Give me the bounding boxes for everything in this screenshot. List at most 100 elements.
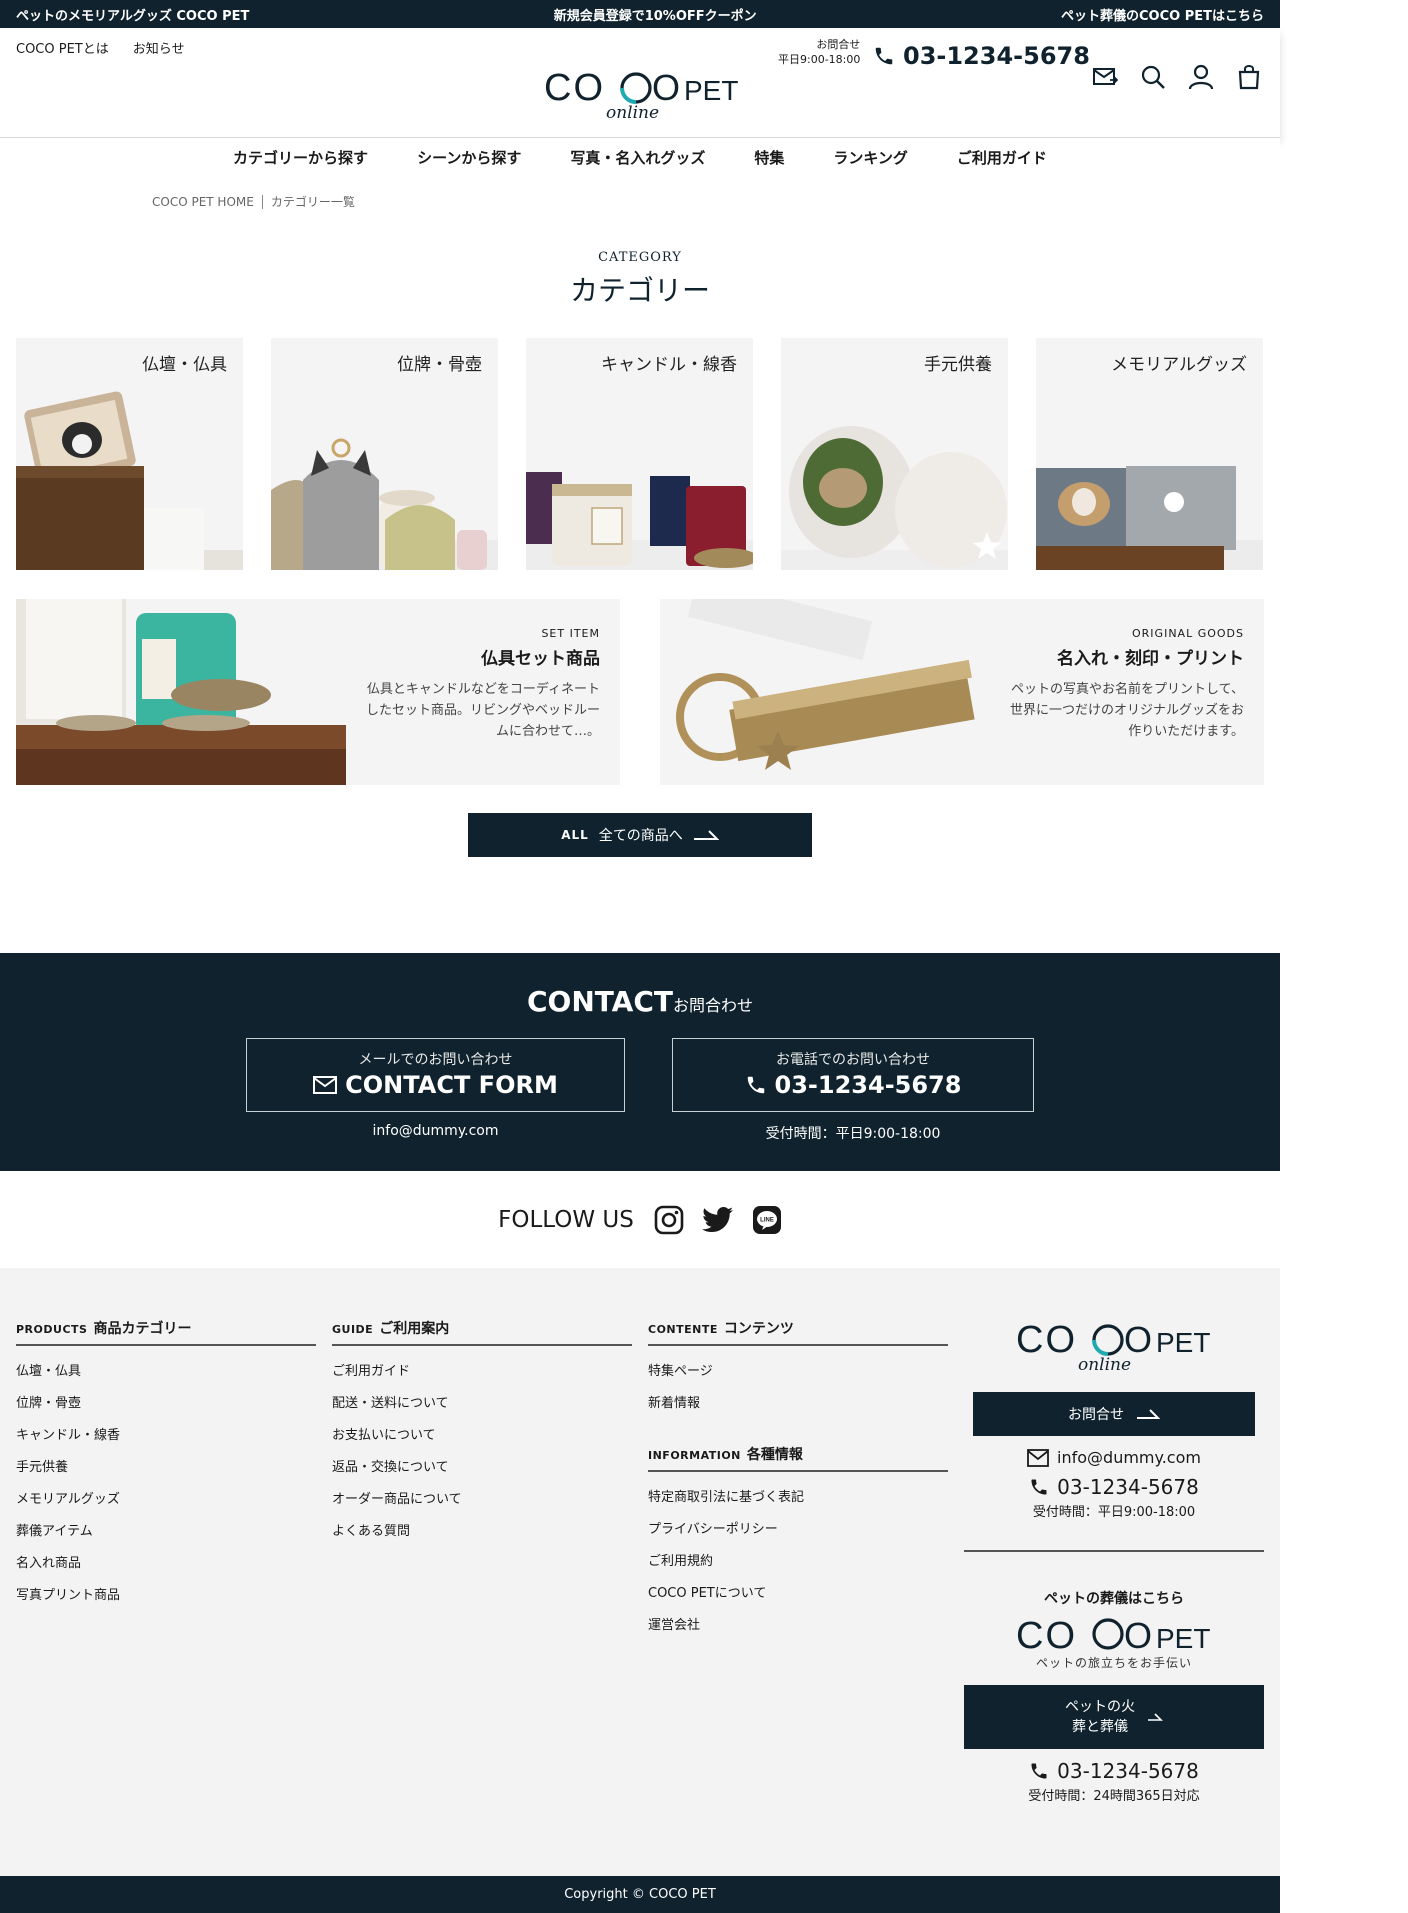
footer-link[interactable]: 特集ページ bbox=[648, 1362, 948, 1394]
footer-contact-button-label: お問合せ bbox=[1068, 1407, 1124, 1423]
footer-link[interactable]: 返品・交換について bbox=[332, 1458, 632, 1490]
footer-products-heading: PRODUCTS 商品カテゴリー bbox=[16, 1318, 316, 1346]
original-goods-title: 名入れ・刻印・プリント bbox=[1057, 649, 1244, 669]
footer-link[interactable]: プライバシーポリシー bbox=[648, 1520, 948, 1552]
about-link[interactable]: COCO PETとは bbox=[16, 38, 109, 57]
nav-scene[interactable]: シーンから探す bbox=[417, 147, 521, 168]
footer-link[interactable]: キャンドル・線香 bbox=[16, 1426, 316, 1458]
category-card-memorial[interactable]: メモリアルグッズ bbox=[1036, 338, 1263, 570]
mail-icon[interactable] bbox=[1092, 64, 1118, 90]
category-heading-en: CATEGORY bbox=[598, 250, 682, 265]
svg-text:PET: PET bbox=[1156, 1327, 1210, 1358]
footer-info-list: 特定商取引法に基づく表記 プライバシーポリシー ご利用規約 COCO PETにつ… bbox=[648, 1488, 948, 1648]
footer-link[interactable]: 運営会社 bbox=[648, 1616, 948, 1648]
mail-icon bbox=[1027, 1448, 1049, 1467]
footer-products-column: PRODUCTS 商品カテゴリー 仏壇・仏具 位牌・骨壺 キャンドル・線香 手元供… bbox=[16, 1318, 316, 1618]
phone-icon bbox=[875, 47, 893, 65]
footer-phone[interactable]: 03-1234-5678 bbox=[964, 1475, 1264, 1499]
header-left-links: COCO PETとは お知らせ bbox=[16, 38, 185, 57]
news-link[interactable]: お知らせ bbox=[133, 38, 185, 57]
footer-info-heading: INFORMATION 各種情報 bbox=[648, 1444, 948, 1472]
footer-contact-panel: CO O PET online お問合せ info@dummy.com 03-1… bbox=[964, 1318, 1264, 1804]
category-card-candle[interactable]: キャンドル・線香 bbox=[526, 338, 753, 570]
header-phone[interactable]: 03-1234-5678 bbox=[873, 42, 1090, 70]
footer-link[interactable]: 写真プリント商品 bbox=[16, 1586, 316, 1618]
category-card-ihai[interactable]: 位牌・骨壺 bbox=[271, 338, 498, 570]
footer-guide-en: GUIDE bbox=[332, 1323, 374, 1336]
twitter-icon[interactable] bbox=[701, 1206, 734, 1234]
breadcrumb-home[interactable]: COCO PET HOME bbox=[152, 195, 254, 209]
footer-link[interactable]: 新着情報 bbox=[648, 1394, 948, 1426]
footer-info-ja: 各種情報 bbox=[746, 1447, 803, 1463]
footer-email[interactable]: info@dummy.com bbox=[964, 1448, 1264, 1467]
nav-category[interactable]: カテゴリーから探す bbox=[233, 147, 368, 168]
funeral-button[interactable]: ペットの火 葬と葬儀 bbox=[964, 1685, 1264, 1749]
footer-link[interactable]: 葬儀アイテム bbox=[16, 1522, 316, 1554]
funeral-phone-number: 03-1234-5678 bbox=[1057, 1759, 1199, 1783]
original-goods-text: ORIGINAL GOODS 名入れ・刻印・プリント ペットの写真やお名前をプリ… bbox=[1008, 627, 1244, 742]
coco-pet-funeral-logo[interactable]: CO O PET bbox=[1016, 1614, 1212, 1652]
coco-pet-online-logo[interactable]: CO O PET online bbox=[1016, 1318, 1212, 1374]
all-products-button[interactable]: ALL 全ての商品へ bbox=[468, 813, 812, 857]
footer-contact-button[interactable]: お問合せ bbox=[973, 1392, 1255, 1436]
nav-ranking[interactable]: ランキング bbox=[833, 147, 908, 168]
breadcrumb-current: カテゴリー一覧 bbox=[270, 195, 355, 209]
instagram-icon[interactable] bbox=[654, 1205, 684, 1235]
nav-guide[interactable]: ご利用ガイド bbox=[957, 147, 1047, 168]
contact-form-label: CONTACT FORM bbox=[345, 1071, 558, 1099]
contact-form-button[interactable]: メールでのお問い合わせ CONTACT FORM bbox=[246, 1038, 625, 1112]
footer-link[interactable]: 配送・送料について bbox=[332, 1394, 632, 1426]
footer-link[interactable]: ご利用規約 bbox=[648, 1552, 948, 1584]
funeral-phone[interactable]: 03-1234-5678 bbox=[964, 1759, 1264, 1783]
footer-phone-number: 03-1234-5678 bbox=[1057, 1475, 1199, 1499]
svg-text:PET: PET bbox=[684, 75, 738, 106]
footer-link[interactable]: 仏壇・仏具 bbox=[16, 1362, 316, 1394]
footer-link[interactable]: COCO PETについて bbox=[648, 1584, 948, 1616]
funeral-site-link[interactable]: ペット葬儀のCOCO PETはこちら bbox=[1061, 5, 1264, 24]
footer-link[interactable]: ご利用ガイド bbox=[332, 1362, 632, 1394]
category-card-butsudan[interactable]: 仏壇・仏具 bbox=[16, 338, 243, 570]
footer-link[interactable]: お支払いについて bbox=[332, 1426, 632, 1458]
svg-text:online: online bbox=[606, 103, 659, 122]
footer-link[interactable]: メモリアルグッズ bbox=[16, 1490, 316, 1522]
category-card-label: 仏壇・仏具 bbox=[142, 355, 227, 375]
footer-link[interactable]: 名入れ商品 bbox=[16, 1554, 316, 1586]
footer-link[interactable]: よくある質問 bbox=[332, 1522, 632, 1554]
original-goods-card[interactable]: ORIGINAL GOODS 名入れ・刻印・プリント ペットの写真やお名前をプリ… bbox=[660, 599, 1264, 785]
nav-photo-name-goods[interactable]: 写真・名入れグッズ bbox=[570, 147, 705, 168]
header-icon-group bbox=[1092, 64, 1262, 90]
footer-link[interactable]: 特定商取引法に基づく表記 bbox=[648, 1488, 948, 1520]
category-heading: CATEGORY カテゴリー bbox=[0, 250, 1280, 309]
search-icon[interactable] bbox=[1140, 64, 1166, 90]
line-icon[interactable]: LINE bbox=[752, 1205, 782, 1235]
contact-phone-button[interactable]: お電話でのお問い合わせ 03-1234-5678 bbox=[672, 1038, 1034, 1112]
set-item-title: 仏具セット商品 bbox=[481, 649, 600, 669]
funeral-button-line2: 葬と葬儀 bbox=[1072, 1719, 1128, 1735]
footer-products-list: 仏壇・仏具 位牌・骨壺 キャンドル・線香 手元供養 メモリアルグッズ 葬儀アイテ… bbox=[16, 1362, 316, 1618]
site-footer: PRODUCTS 商品カテゴリー 仏壇・仏具 位牌・骨壺 キャンドル・線香 手元供… bbox=[0, 1268, 1280, 1876]
footer-guide-column: GUIDE ご利用案内 ご利用ガイド 配送・送料について お支払いについて 返品・… bbox=[332, 1318, 632, 1554]
contact-form-main: CONTACT FORM bbox=[247, 1071, 624, 1099]
user-icon[interactable] bbox=[1188, 64, 1214, 90]
nav-feature[interactable]: 特集 bbox=[754, 147, 784, 168]
original-goods-image bbox=[676, 599, 975, 770]
funeral-button-line1: ペットの火 bbox=[1065, 1699, 1135, 1715]
coupon-link[interactable]: 新規会員登録で10%OFFクーポン bbox=[554, 5, 757, 24]
svg-text:O: O bbox=[1124, 1319, 1152, 1360]
contact-label: お問合せ bbox=[816, 38, 861, 51]
category-card-temoto[interactable]: 手元供養 bbox=[781, 338, 1008, 570]
contact-email[interactable]: info@dummy.com bbox=[246, 1123, 625, 1139]
cart-icon[interactable] bbox=[1236, 64, 1262, 90]
contact-phone-main: 03-1234-5678 bbox=[673, 1071, 1033, 1099]
follow-us-section: FOLLOW US LINE bbox=[0, 1171, 1280, 1268]
footer-link[interactable]: オーダー商品について bbox=[332, 1490, 632, 1522]
site-header: COCO PETとは お知らせ CO O PET online お問合せ 平日9… bbox=[0, 28, 1280, 177]
coco-pet-online-logo[interactable]: CO O PET online bbox=[544, 66, 740, 122]
footer-guide-list: ご利用ガイド 配送・送料について お支払いについて 返品・交換について オーダー… bbox=[332, 1362, 632, 1554]
all-products-ja: 全ての商品へ bbox=[598, 828, 683, 844]
category-grid: 仏壇・仏具 位牌・骨壺 キャンドル・線香 手元供養 メモリアルグッズ bbox=[16, 338, 1263, 570]
footer-contents-list: 特集ページ 新着情報 bbox=[648, 1362, 948, 1426]
set-item-card[interactable]: SET ITEM 仏具セット商品 仏具とキャンドルなどをコーディネートしたセット… bbox=[16, 599, 620, 785]
footer-link[interactable]: 位牌・骨壺 bbox=[16, 1394, 316, 1426]
footer-link[interactable]: 手元供養 bbox=[16, 1458, 316, 1490]
